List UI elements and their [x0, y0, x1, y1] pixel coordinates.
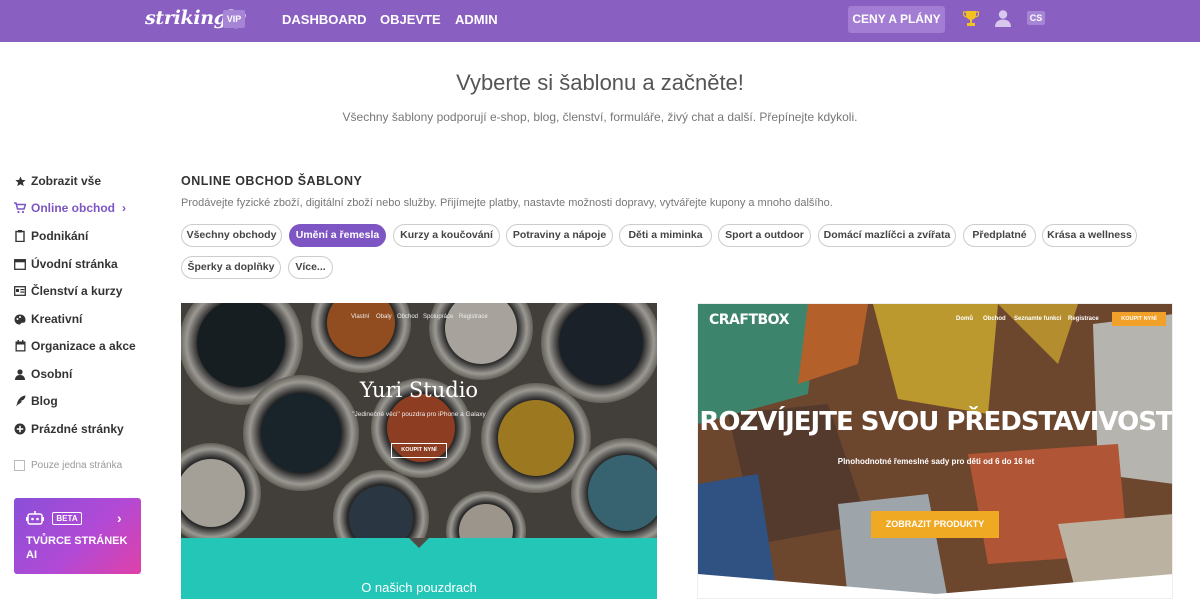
template-nav-item: Obaly	[376, 314, 392, 320]
template-subtitle: Plnohodnotné řemeslné sady pro děti od 6…	[837, 457, 1035, 466]
section-title: ONLINE OBCHOD ŠABLONY	[181, 174, 363, 188]
craftbox-logo: CRAFTBOX	[709, 312, 789, 328]
template-nav-item: Domů	[956, 316, 973, 322]
language-selector[interactable]: CS	[1027, 11, 1045, 25]
beta-badge: BETA	[52, 512, 82, 525]
chip-more[interactable]: Více...	[288, 256, 333, 279]
sidebar-item-personal[interactable]: Osobní	[14, 365, 72, 383]
page-subtitle: Všechny šablony podporují e-shop, blog, …	[342, 110, 858, 124]
trophy-icon[interactable]	[963, 10, 979, 28]
sidebar-item-label: Organizace a akce	[31, 339, 136, 353]
ai-site-builder-card[interactable]: BETA › TVŮRCE STRÁNEK AI	[14, 498, 141, 574]
quill-icon	[14, 395, 26, 407]
chip-sports-outdoor[interactable]: Sport a outdoor	[718, 224, 811, 247]
template-about-heading: O našich pouzdrach	[361, 580, 477, 595]
template-headline: ROZVÍJEJTE SVOU PŘEDSTAVIVOST	[699, 407, 1173, 437]
chip-food-drink[interactable]: Potraviny a nápoje	[506, 224, 613, 247]
sidebar-item-all[interactable]: Zobrazit vše	[14, 172, 101, 190]
sidebar-item-label: Blog	[31, 394, 58, 408]
template-card-craftbox[interactable]: CRAFTBOX Domů Obchod Seznamte funkcí Reg…	[697, 303, 1173, 599]
ai-card-title: TVŮRCE STRÁNEK AI	[26, 535, 128, 561]
cart-icon	[14, 202, 26, 214]
window-icon	[14, 258, 26, 270]
sidebar-item-creative[interactable]: Kreativní	[14, 310, 82, 328]
single-page-filter[interactable]: Pouze jedna stránka	[14, 460, 122, 471]
id-card-icon	[14, 285, 26, 297]
template-nav-item: Obchod	[397, 314, 419, 320]
chip-subscriptions[interactable]: Předplatné	[963, 224, 1036, 247]
palette-icon	[14, 313, 26, 325]
template-card-yuri-studio[interactable]: Vlastní Obaly Obchod Spolupráce Registra…	[181, 303, 657, 599]
template-nav-item: Seznamte funkcí	[1014, 316, 1062, 322]
sidebar-item-label: Podnikání	[31, 229, 89, 243]
top-navigation-bar: strikingly VIP DASHBOARD OBJEVTE ADMIN C…	[0, 0, 1200, 42]
pricing-button[interactable]: CENY A PLÁNY	[848, 6, 945, 33]
caret-down-icon	[409, 538, 429, 548]
chevron-right-icon: ›	[117, 510, 122, 526]
chip-pets-animals[interactable]: Domácí mazlíčci a zvířata	[818, 224, 956, 247]
chip-courses-coaching[interactable]: Kurzy a koučování	[393, 224, 500, 247]
chip-arts-crafts[interactable]: Umění a řemesla	[289, 224, 386, 247]
plus-circle-icon	[14, 423, 26, 435]
template-nav-item: Spolupráce	[423, 314, 454, 320]
clipboard-icon	[14, 230, 26, 242]
star-icon	[14, 175, 26, 187]
craft-table-photo	[698, 304, 1172, 598]
vip-badge: VIP	[223, 10, 245, 28]
sidebar-item-label: Kreativní	[31, 312, 83, 326]
calendar-icon	[14, 340, 26, 352]
chip-jewelry-accessories[interactable]: Šperky a doplňky	[181, 256, 281, 279]
sidebar-item-events[interactable]: Organizace a akce	[14, 337, 136, 355]
sidebar-item-label: Zobrazit vše	[31, 174, 102, 188]
template-nav-item: Obchod	[983, 316, 1006, 322]
person-icon	[14, 368, 26, 380]
sidebar-item-label: Členství a kurzy	[31, 284, 123, 298]
paint-buckets-photo	[181, 303, 657, 538]
sidebar-item-label: Úvodní stránka	[31, 257, 118, 271]
sidebar-item-label: Osobní	[31, 367, 73, 381]
template-title: Yuri Studio	[359, 378, 479, 402]
robot-icon	[26, 511, 44, 525]
sidebar-item-label: Online obchod	[31, 201, 115, 215]
template-buy-button: KOUPIT NYNÍ	[391, 443, 447, 458]
nav-explore[interactable]: OBJEVTE	[380, 12, 441, 27]
sidebar-item-label: Prázdné stránky	[31, 422, 124, 436]
sidebar-item-business[interactable]: Podnikání	[14, 227, 88, 245]
template-subtitle: "Jedinečné věci" pouzdra pro iPhone a Ga…	[352, 411, 486, 418]
nav-admin[interactable]: ADMIN	[455, 12, 498, 27]
sidebar-item-blank[interactable]: Prázdné stránky	[14, 420, 124, 438]
sidebar-item-online-store[interactable]: Online obchod ›	[14, 199, 126, 217]
sidebar-item-blog[interactable]: Blog	[14, 392, 58, 410]
page-title: Vyberte si šablonu a začněte!	[456, 70, 744, 95]
template-nav-item: Vlastní	[351, 314, 370, 320]
chip-beauty-wellness[interactable]: Krása a wellness	[1042, 224, 1137, 247]
sidebar-item-membership[interactable]: Členství a kurzy	[14, 282, 122, 300]
template-cta-button: ZOBRAZIT PRODUKTY	[871, 511, 999, 538]
single-page-label: Pouze jedna stránka	[31, 460, 123, 471]
template-nav-item: Registrace	[1068, 316, 1099, 322]
template-buy-button: KOUPIT NYNÍ	[1112, 312, 1166, 326]
user-icon[interactable]	[994, 9, 1012, 27]
template-nav-item: Registrace	[459, 314, 488, 320]
nav-dashboard[interactable]: DASHBOARD	[282, 12, 367, 27]
single-page-checkbox[interactable]	[14, 460, 25, 471]
chevron-right-icon: ›	[122, 201, 126, 215]
chip-kids-babies[interactable]: Děti a miminka	[619, 224, 712, 247]
section-description: Prodávejte fyzické zboží, digitální zbož…	[181, 197, 833, 209]
chip-all-stores[interactable]: Všechny obchody	[181, 224, 282, 247]
sidebar-item-landing[interactable]: Úvodní stránka	[14, 255, 118, 273]
